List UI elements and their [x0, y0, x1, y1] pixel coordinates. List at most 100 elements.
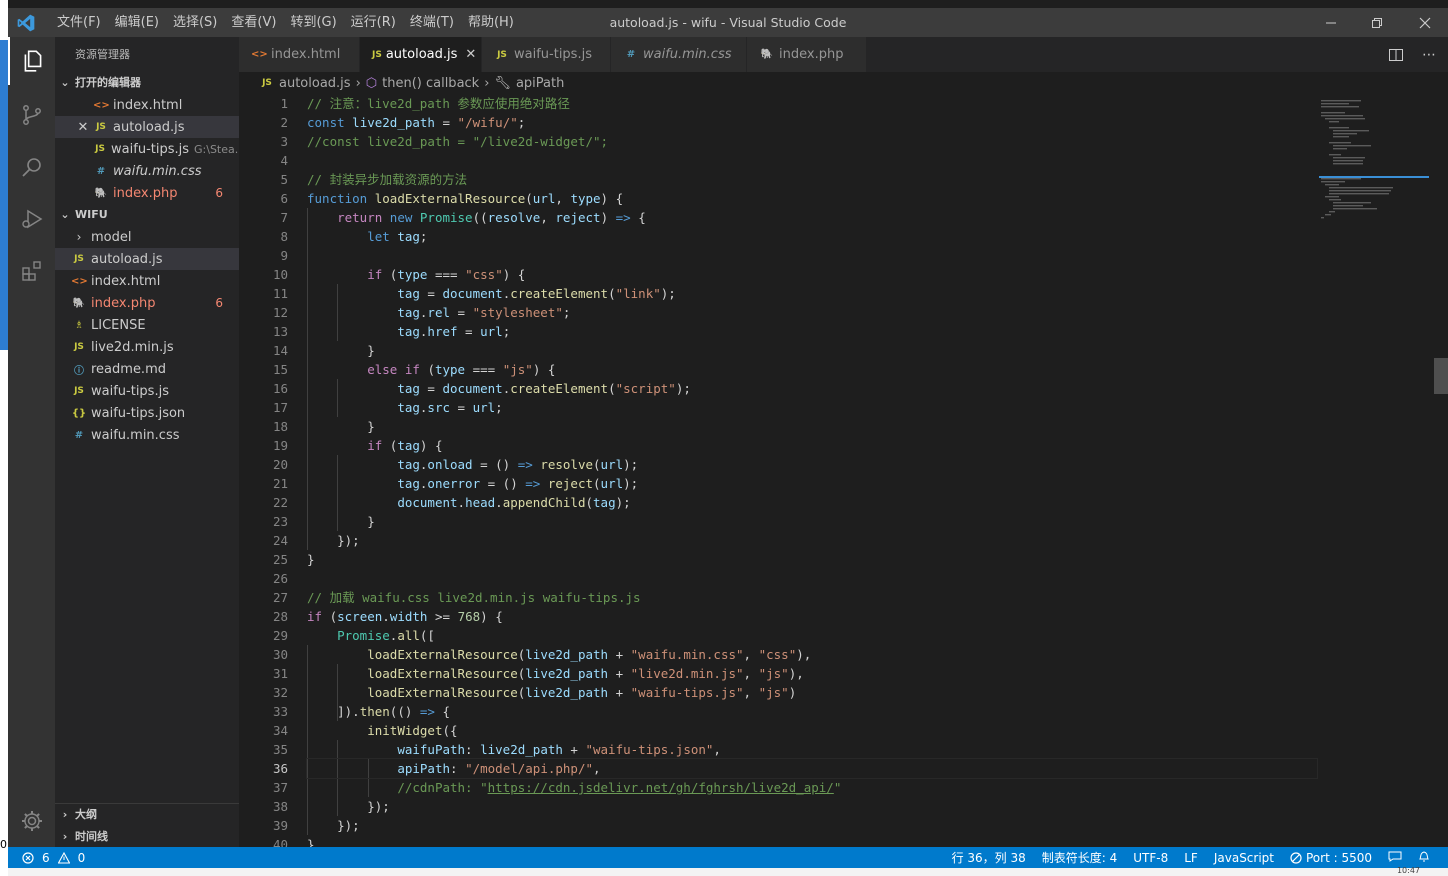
search-activity[interactable] — [8, 143, 55, 191]
code-line[interactable]: tag.src = url; — [307, 398, 1317, 417]
code-line[interactable]: if (screen.width >= 768) { — [307, 607, 1317, 626]
code-line[interactable]: if (tag) { — [307, 436, 1317, 455]
code-area[interactable]: // 注意：live2d_path 参数应使用绝对路径 const live2d_… — [306, 94, 1318, 847]
close-tab-icon[interactable]: ✕ — [465, 47, 476, 62]
restore-button[interactable] — [1354, 8, 1400, 37]
tab-waifu-tips-js[interactable]: JS waifu-tips.js — [482, 37, 611, 72]
code-line[interactable]: tag = document.createElement("script"); — [307, 379, 1317, 398]
code-line[interactable]: loadExternalResource(live2d_path + "waif… — [307, 683, 1317, 702]
code-line[interactable]: document.head.appendChild(tag); — [307, 493, 1317, 512]
code-line[interactable]: tag.onerror = () => reject(url); — [307, 474, 1317, 493]
code-line[interactable]: } — [307, 512, 1317, 531]
code-line[interactable]: loadExternalResource(live2d_path + "waif… — [307, 645, 1317, 664]
manage-activity[interactable] — [8, 797, 55, 845]
explorer-activity[interactable] — [8, 37, 55, 85]
code-line[interactable]: tag = document.createElement("link"); — [307, 284, 1317, 303]
code-line[interactable]: return new Promise((resolve, reject) => … — [307, 208, 1317, 227]
scrollbar-thumb[interactable] — [1434, 358, 1448, 394]
code-line[interactable]: ]).then(() => { — [307, 702, 1317, 721]
open-editor-index-html[interactable]: <> index.html — [55, 94, 239, 116]
code-line[interactable]: //cdnPath: "https://cdn.jsdelivr.net/gh/… — [307, 778, 1317, 797]
code-line[interactable]: }); — [307, 797, 1317, 816]
cursor-position[interactable]: 行 36，列 38 — [944, 849, 1034, 866]
code-line[interactable] — [307, 151, 1317, 170]
tree-file-license[interactable]: ♗ LICENSE — [55, 314, 239, 336]
code-line[interactable]: function loadExternalResource(url, type)… — [307, 189, 1317, 208]
split-editor-icon[interactable] — [1388, 47, 1404, 63]
code-line[interactable] — [307, 246, 1317, 265]
code-line[interactable]: // 封装异步加载资源的方法 — [307, 170, 1317, 189]
menu-selection[interactable]: 选择(S) — [166, 8, 224, 37]
tree-file-waifu-min-css[interactable]: # waifu.min.css — [55, 424, 239, 446]
menu-terminal[interactable]: 终端(T) — [403, 8, 461, 37]
code-line[interactable]: Promise.all([ — [307, 626, 1317, 645]
code-line[interactable]: }); — [307, 816, 1317, 835]
menu-file[interactable]: 文件(F) — [50, 8, 108, 37]
code-line[interactable]: } — [307, 341, 1317, 360]
code-line[interactable]: tag.rel = "stylesheet"; — [307, 303, 1317, 322]
code-line[interactable]: // 注意：live2d_path 参数应使用绝对路径 — [307, 94, 1317, 113]
tree-file-live2d-min-js[interactable]: JS live2d.min.js — [55, 336, 239, 358]
menu-view[interactable]: 查看(V) — [224, 8, 283, 37]
feedback-icon[interactable] — [1380, 850, 1410, 865]
breadcrumb-file[interactable]: autoload.js — [279, 76, 351, 91]
encoding[interactable]: UTF-8 — [1125, 851, 1176, 865]
tree-file-autoload-js[interactable]: JS autoload.js — [55, 248, 239, 270]
line-ending[interactable]: LF — [1176, 851, 1206, 865]
indentation[interactable]: 制表符长度: 4 — [1034, 849, 1126, 866]
open-editor-index-php[interactable]: 🐘 index.php 6 — [55, 182, 239, 204]
code-editor[interactable]: 1 2 3 4 5 6 7 8 9 10 11 12 13 14 15 16 17 18 19 20 21 22 23 24 2… — [239, 94, 1448, 847]
live-server-port[interactable]: Port : 5500 — [1282, 851, 1380, 865]
run-debug-activity[interactable] — [8, 195, 55, 243]
code-line[interactable]: let tag; — [307, 227, 1317, 246]
extensions-activity[interactable] — [8, 247, 55, 295]
code-line[interactable]: //const live2d_path = "/live2d-widget/"; — [307, 132, 1317, 151]
minimize-button[interactable] — [1308, 8, 1354, 37]
close-window-button[interactable] — [1402, 8, 1448, 37]
more-actions-icon[interactable]: ⋯ — [1422, 47, 1436, 63]
tree-file-index-html[interactable]: <> index.html — [55, 270, 239, 292]
close-icon[interactable]: ✕ — [75, 120, 91, 135]
code-line[interactable]: else if (type === "js") { — [307, 360, 1317, 379]
language-mode[interactable]: JavaScript — [1206, 851, 1282, 865]
code-line[interactable]: apiPath: "/model/api.php/", — [306, 758, 1318, 779]
vertical-scrollbar[interactable] — [1434, 94, 1448, 847]
folder-header[interactable]: ⌄ WIFU — [55, 204, 239, 226]
code-line[interactable]: tag.onload = () => resolve(url); — [307, 455, 1317, 474]
outline-header[interactable]: › 大纲 — [55, 804, 239, 826]
menu-help[interactable]: 帮助(H) — [461, 8, 521, 37]
tab-index-php[interactable]: 🐘 index.php — [747, 37, 867, 72]
timeline-header[interactable]: › 时间线 — [55, 826, 239, 847]
open-editors-header[interactable]: ⌄ 打开的编辑器 — [55, 72, 239, 94]
problems-indicator[interactable]: 6 0 — [22, 847, 85, 868]
code-line[interactable]: }); — [307, 531, 1317, 550]
menu-run[interactable]: 运行(R) — [344, 8, 403, 37]
code-line[interactable]: } — [307, 417, 1317, 436]
tree-folder-model[interactable]: › model — [55, 226, 239, 248]
tab-waifu-min-css[interactable]: # waifu.min.css — [611, 37, 747, 72]
code-line[interactable]: // 加载 waifu.css live2d.min.js waifu-tips… — [307, 588, 1317, 607]
breadcrumb-symbol-apipath[interactable]: apiPath — [516, 76, 564, 91]
minimap[interactable] — [1319, 98, 1429, 228]
bell-icon[interactable] — [1410, 850, 1438, 866]
code-line[interactable] — [307, 569, 1317, 588]
code-line[interactable]: loadExternalResource(live2d_path + "live… — [307, 664, 1317, 683]
source-control-activity[interactable] — [8, 91, 55, 139]
open-editor-waifu-tips-js[interactable]: JS waifu-tips.js G:\Stea... — [55, 138, 239, 160]
tab-autoload-js[interactable]: JS autoload.js ✕ — [360, 37, 482, 72]
code-line[interactable]: if (type === "css") { — [307, 265, 1317, 284]
open-editor-autoload-js[interactable]: ✕ JS autoload.js — [55, 116, 239, 138]
code-line[interactable]: } — [307, 550, 1317, 569]
code-line[interactable]: waifuPath: live2d_path + "waifu-tips.jso… — [307, 740, 1317, 759]
tree-file-waifu-tips-json[interactable]: {} waifu-tips.json — [55, 402, 239, 424]
tab-index-html[interactable]: <> index.html — [239, 37, 360, 72]
menu-go[interactable]: 转到(G) — [283, 8, 343, 37]
code-line[interactable]: tag.href = url; — [307, 322, 1317, 341]
code-line[interactable]: initWidget({ — [307, 721, 1317, 740]
tree-file-index-php[interactable]: 🐘 index.php 6 — [55, 292, 239, 314]
code-line[interactable]: const live2d_path = "/wifu/"; — [307, 113, 1317, 132]
tree-file-waifu-tips-js[interactable]: JS waifu-tips.js — [55, 380, 239, 402]
menu-edit[interactable]: 编辑(E) — [108, 8, 166, 37]
code-line[interactable]: } — [307, 835, 1317, 847]
breadcrumb-symbol-callback[interactable]: then() callback — [382, 76, 479, 91]
